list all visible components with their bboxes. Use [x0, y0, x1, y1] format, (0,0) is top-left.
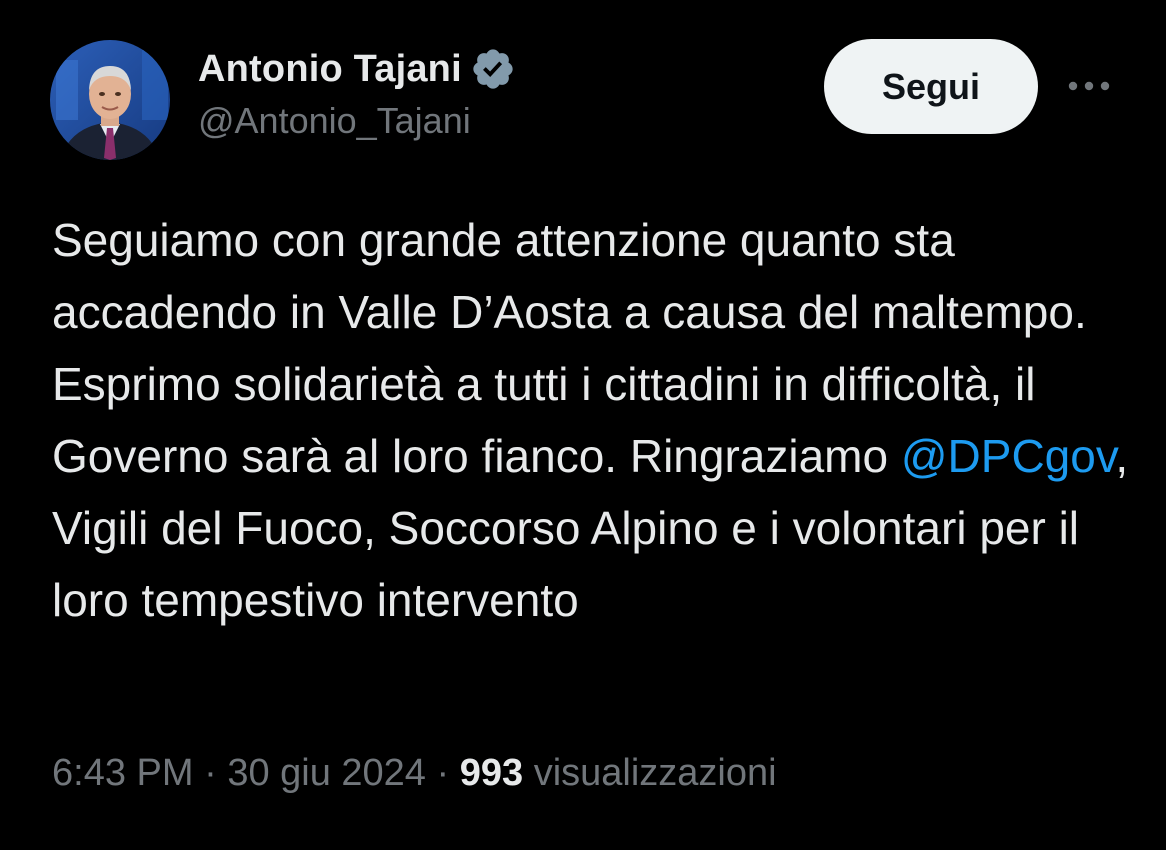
follow-button[interactable]: Segui	[824, 39, 1038, 134]
display-name-row: Antonio Tajani	[198, 44, 516, 94]
author-info: Antonio Tajani @Antonio_Tajani	[198, 44, 516, 142]
tweet-date[interactable]: 30 giu 2024	[227, 752, 426, 794]
views-label: visualizzazioni	[533, 752, 777, 794]
verified-badge-icon[interactable]	[470, 46, 516, 92]
tweet-time[interactable]: 6:43 PM	[52, 752, 194, 794]
mention-link[interactable]: @DPCgov	[901, 430, 1116, 482]
meta-separator: ·	[193, 752, 228, 794]
tweet-header: Antonio Tajani @Antonio_Tajani Segui	[50, 38, 1130, 162]
display-name[interactable]: Antonio Tajani	[198, 48, 462, 91]
tweet-text: Seguiamo con grande attenzione quanto st…	[52, 204, 1132, 636]
tweet-meta: 6:43 PM · 30 giu 2024 · 993 visualizzazi…	[52, 752, 777, 795]
meta-separator: ·	[425, 752, 460, 794]
views-count[interactable]: 993	[460, 752, 523, 794]
more-horizontal-icon[interactable]	[1064, 66, 1114, 106]
avatar[interactable]	[50, 40, 170, 160]
avatar-photo	[50, 40, 170, 160]
author-handle[interactable]: @Antonio_Tajani	[198, 100, 516, 142]
